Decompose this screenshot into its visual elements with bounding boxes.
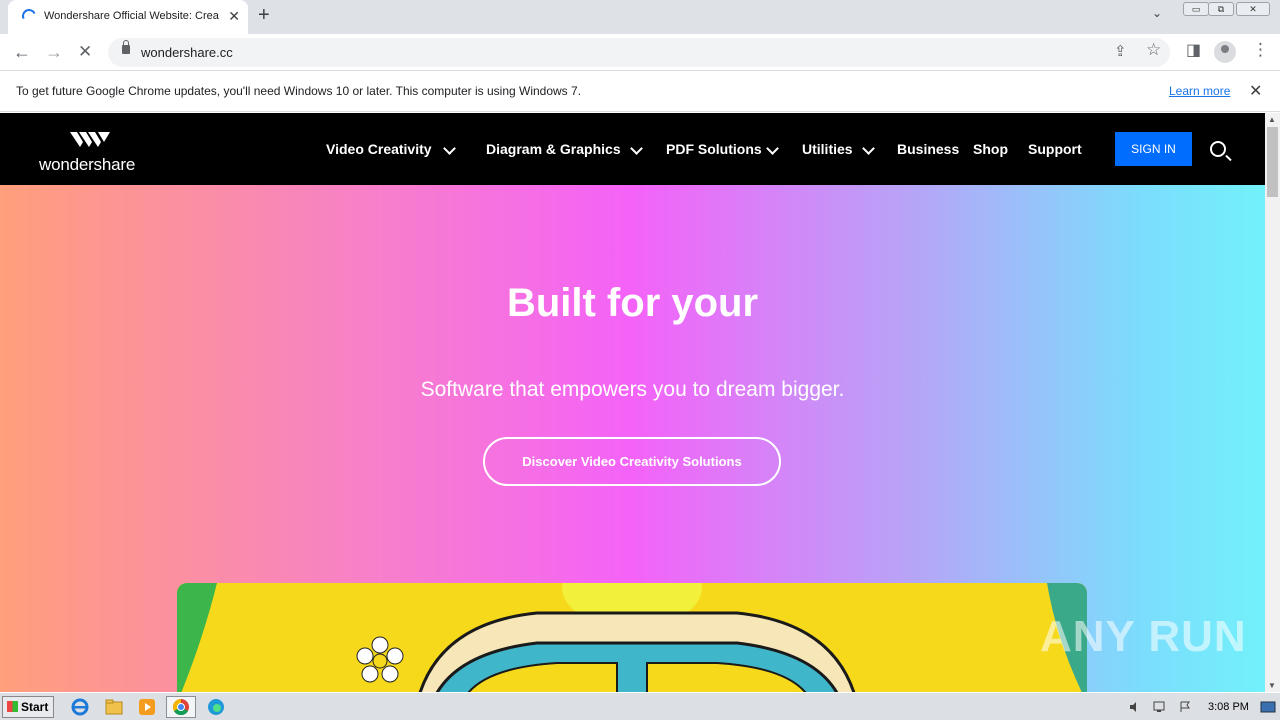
restore-button[interactable]: ⧉	[1208, 2, 1234, 16]
chevron-down-icon[interactable]	[862, 142, 875, 155]
windows-taskbar: Start 3:08 PM	[0, 692, 1280, 720]
windows-logo-icon	[7, 701, 18, 712]
search-icon[interactable]	[1210, 141, 1226, 157]
nav-support[interactable]: Support	[1028, 141, 1082, 157]
nav-pdf-solutions[interactable]: PDF Solutions	[666, 141, 762, 157]
nav-business[interactable]: Business	[897, 141, 959, 157]
chevron-down-icon[interactable]	[443, 142, 456, 155]
site-header: wondershare Video Creativity Diagram & G…	[0, 113, 1265, 185]
infobar-close-icon[interactable]: ✕	[1249, 81, 1262, 101]
action-center-flag-icon[interactable]	[1178, 701, 1192, 713]
anyrun-watermark: ANY RUN	[1040, 612, 1247, 661]
edge-icon[interactable]	[206, 697, 226, 717]
scroll-down-icon[interactable]: ▼	[1268, 681, 1276, 690]
nav-utilities[interactable]: Utilities	[802, 141, 853, 157]
tab-close-icon[interactable]: ✕	[228, 8, 240, 25]
tab-search-icon[interactable]: ⌄	[1152, 6, 1162, 20]
discover-solutions-button[interactable]: Discover Video Creativity Solutions	[483, 437, 781, 486]
infobar-message: To get future Google Chrome updates, you…	[16, 84, 582, 98]
browser-tab[interactable]: Wondershare Official Website: Crea ✕	[8, 0, 248, 34]
profile-avatar-icon[interactable]	[1214, 41, 1236, 63]
chrome-taskbar-icon[interactable]	[166, 696, 196, 718]
sign-in-button[interactable]: SIGN IN	[1115, 132, 1192, 166]
network-icon[interactable]	[1152, 701, 1166, 713]
stop-loading-icon[interactable]: ✕	[78, 42, 92, 62]
logo-text[interactable]: wondershare	[39, 155, 135, 175]
scrollbar-thumb[interactable]	[1267, 127, 1278, 197]
system-clock[interactable]: 3:08 PM	[1208, 701, 1249, 713]
tab-title: Wondershare Official Website: Crea	[44, 10, 219, 22]
loading-spinner-icon	[20, 7, 38, 25]
media-player-icon[interactable]	[137, 697, 157, 717]
file-explorer-icon[interactable]	[104, 697, 124, 717]
new-tab-button[interactable]: +	[258, 4, 270, 27]
page-scrollbar[interactable]: ▲ ▼	[1265, 113, 1280, 692]
minimize-button[interactable]: ▭	[1183, 2, 1209, 16]
nav-video-creativity[interactable]: Video Creativity	[326, 141, 432, 157]
close-window-button[interactable]: ✕	[1236, 2, 1270, 16]
forward-icon[interactable]: →	[45, 42, 63, 63]
address-bar[interactable]: wondershare.cc	[108, 38, 1170, 67]
browser-toolbar: ← → ✕ wondershare.cc ⇪ ☆ ◨ ⋮	[0, 34, 1280, 71]
nav-shop[interactable]: Shop	[973, 141, 1008, 157]
start-label: Start	[21, 700, 49, 714]
chevron-down-icon[interactable]	[766, 142, 779, 155]
address-url[interactable]: wondershare.cc	[141, 45, 233, 60]
hero-title: Built for your	[506, 281, 759, 325]
lock-icon[interactable]	[122, 40, 130, 54]
bookmark-star-icon[interactable]: ☆	[1146, 40, 1161, 60]
volume-icon[interactable]	[1128, 701, 1142, 713]
show-desktop-icon[interactable]	[1260, 701, 1276, 713]
scroll-up-icon[interactable]: ▲	[1268, 115, 1276, 124]
share-icon[interactable]: ⇪	[1114, 42, 1127, 60]
browser-menu-icon[interactable]: ⋮	[1252, 40, 1269, 60]
browser-tab-strip: Wondershare Official Website: Crea ✕ + ⌄…	[0, 0, 1280, 34]
back-icon[interactable]: ←	[13, 42, 31, 63]
page-viewport: wondershare Video Creativity Diagram & G…	[0, 113, 1265, 692]
start-button[interactable]: Start	[2, 696, 54, 718]
hero-subtitle: Software that empowers you to dream bigg…	[420, 378, 845, 401]
internet-explorer-icon[interactable]	[70, 697, 90, 717]
wondershare-logo-icon[interactable]	[70, 129, 114, 151]
chevron-down-icon[interactable]	[630, 142, 643, 155]
update-infobar: To get future Google Chrome updates, you…	[0, 72, 1280, 112]
nav-diagram-graphics[interactable]: Diagram & Graphics	[486, 141, 621, 157]
hero-illustration	[177, 583, 1087, 692]
side-panel-icon[interactable]: ◨	[1186, 40, 1201, 60]
learn-more-link[interactable]: Learn more	[1169, 84, 1230, 98]
